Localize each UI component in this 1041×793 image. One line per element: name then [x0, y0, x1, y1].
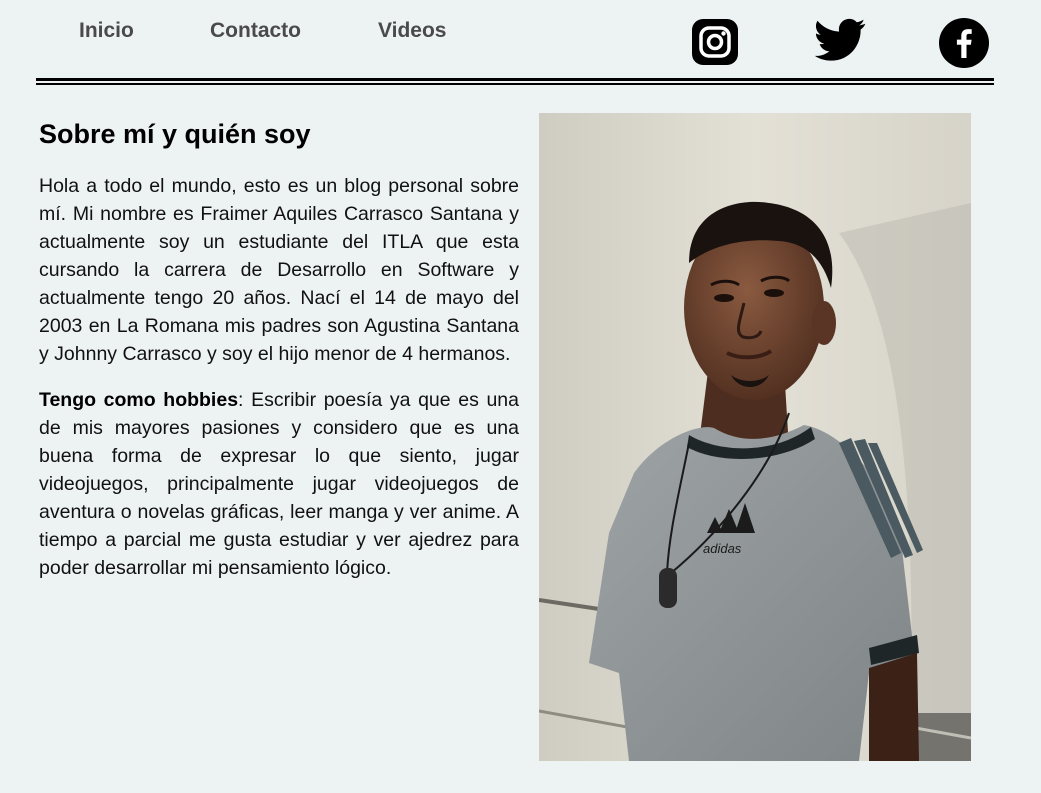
nav-link-videos[interactable]: Videos	[378, 19, 446, 43]
hobbies-paragraph: Tengo como hobbies: Escribir poesía ya q…	[39, 386, 519, 582]
hobbies-text: : Escribir poesía ya que es una de mis m…	[39, 389, 519, 579]
twitter-icon[interactable]	[814, 18, 866, 68]
instagram-icon[interactable]	[692, 19, 742, 69]
header-divider	[36, 78, 994, 81]
top-navigation-bar: Inicio Contacto Videos	[36, 0, 994, 84]
nav-link-inicio[interactable]: Inicio	[79, 19, 134, 43]
profile-photo-illustration: adidas	[539, 113, 971, 761]
header-divider-secondary	[36, 83, 994, 85]
nav-link-contacto[interactable]: Contacto	[210, 19, 301, 43]
hobbies-label: Tengo como hobbies	[39, 389, 239, 411]
facebook-icon[interactable]	[939, 18, 989, 68]
about-section: Sobre mí y quién soy Hola a todo el mund…	[39, 114, 519, 600]
shirt-logo-text: adidas	[703, 541, 742, 556]
bio-paragraph: Hola a todo el mundo, esto es un blog pe…	[39, 175, 519, 365]
page-title: Sobre mí y quién soy	[39, 119, 311, 149]
profile-photo: adidas	[539, 113, 971, 761]
